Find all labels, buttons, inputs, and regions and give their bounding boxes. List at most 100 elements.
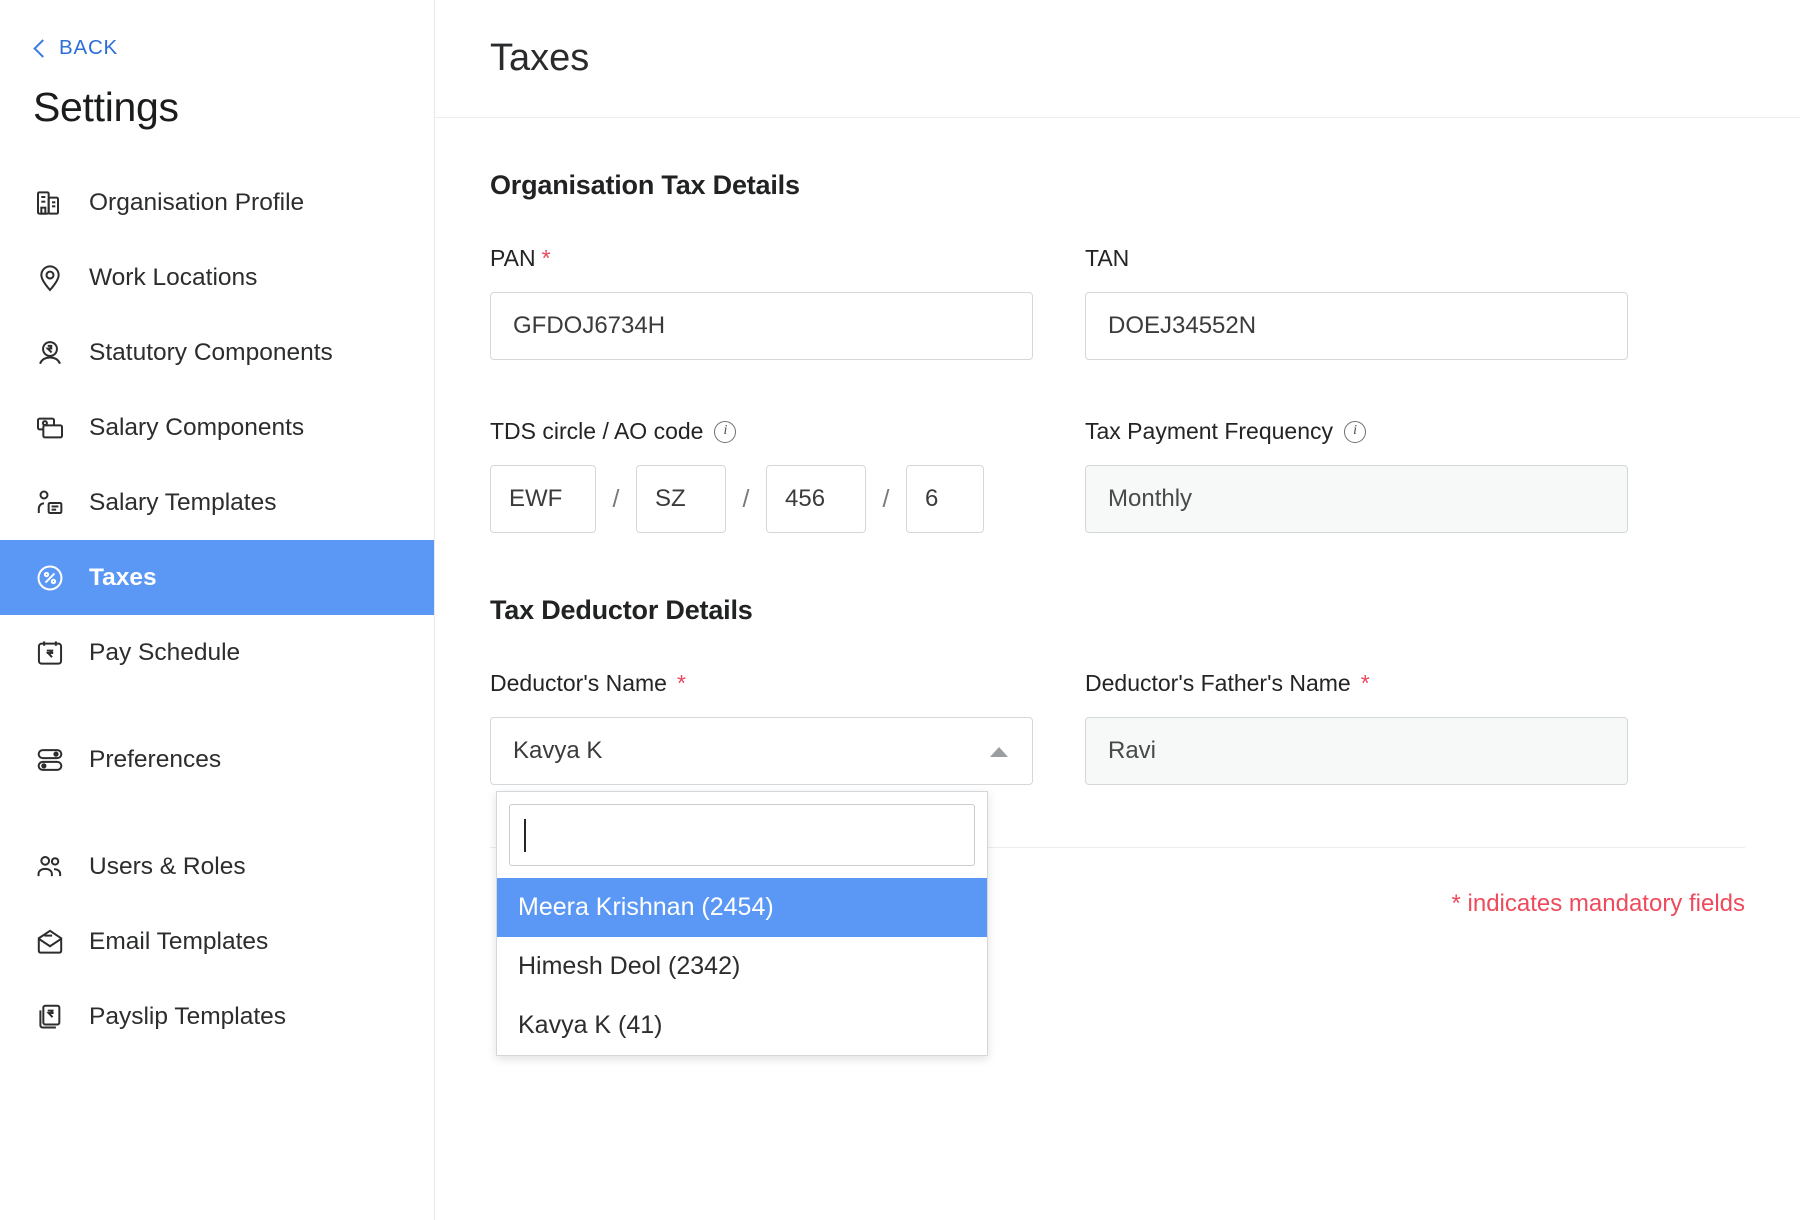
deductor-section-title: Tax Deductor Details — [490, 595, 1745, 626]
dropdown-option[interactable]: Himesh Deol (2342) — [497, 937, 987, 996]
sidebar-item-label: Email Templates — [89, 928, 268, 956]
sidebar-item-preferences[interactable]: Preferences — [0, 722, 434, 797]
deductor-father-label: Deductor's Father's Name * — [1085, 670, 1628, 697]
deductor-name-dropdown-panel: Meera Krishnan (2454) Himesh Deol (2342)… — [496, 791, 988, 1056]
sidebar-item-pay-schedule[interactable]: Pay Schedule — [0, 615, 434, 690]
sidebar-divider-gap — [0, 690, 434, 722]
sidebar-item-organisation-profile[interactable]: Organisation Profile — [0, 165, 434, 240]
info-icon[interactable]: i — [1344, 421, 1366, 443]
sidebar-item-label: Statutory Components — [89, 339, 333, 367]
deductor-name-label: Deductor's Name * — [490, 670, 1033, 697]
deductor-father-input — [1085, 717, 1628, 785]
tan-label-text: TAN — [1085, 245, 1129, 272]
cards-icon — [33, 411, 67, 445]
percent-circle-icon — [33, 561, 67, 595]
text-cursor-icon — [524, 819, 526, 852]
sidebar-item-label: Users & Roles — [89, 853, 246, 881]
back-button[interactable]: BACK — [0, 0, 118, 60]
sidebar-item-salary-templates[interactable]: Salary Templates — [0, 465, 434, 540]
sidebar-item-payslip-templates[interactable]: Payslip Templates — [0, 979, 434, 1054]
info-icon[interactable]: i — [714, 421, 736, 443]
dropdown-option-label: Meera Krishnan (2454) — [518, 893, 774, 922]
sidebar-item-work-locations[interactable]: Work Locations — [0, 240, 434, 315]
deductor-name-selected-value: Kavya K — [513, 737, 602, 765]
settings-page: BACK Settings Organisation Profile — [0, 0, 1800, 1220]
sidebar-item-label: Salary Templates — [89, 489, 276, 517]
tds-separator-2: / — [726, 485, 766, 514]
tax-frequency-label: Tax Payment Frequency i — [1085, 418, 1628, 445]
sidebar-item-label: Organisation Profile — [89, 189, 304, 217]
main-content: Taxes Organisation Tax Details PAN* TAN — [435, 0, 1800, 1220]
back-button-label: BACK — [59, 36, 118, 60]
pan-label: PAN* — [490, 245, 1033, 272]
sidebar-item-email-templates[interactable]: Email Templates — [0, 904, 434, 979]
building-icon — [33, 186, 67, 220]
required-asterisk: * — [677, 670, 686, 697]
sidebar-item-salary-components[interactable]: Salary Components — [0, 390, 434, 465]
deductor-name-dropdown: Kavya K Meera Krishnan (2454) — [490, 717, 1033, 785]
sidebar-item-statutory-components[interactable]: Statutory Components — [0, 315, 434, 390]
deductor-father-field-group: Deductor's Father's Name * — [1085, 670, 1628, 785]
tds-label: TDS circle / AO code i — [490, 418, 1033, 445]
pan-input[interactable] — [490, 292, 1033, 360]
tax-frequency-input — [1085, 465, 1628, 533]
settings-sidebar: BACK Settings Organisation Profile — [0, 0, 435, 1220]
sidebar-item-label: Salary Components — [89, 414, 304, 442]
tds-separator-1: / — [596, 485, 636, 514]
sidebar-item-label: Payslip Templates — [89, 1003, 286, 1031]
envelope-icon — [33, 925, 67, 959]
sidebar-item-label: Work Locations — [89, 264, 257, 292]
deductor-name-dropdown-control[interactable]: Kavya K — [490, 717, 1033, 785]
toggles-icon — [33, 743, 67, 777]
sidebar-divider-gap-2 — [0, 797, 434, 829]
deductor-name-field-group: Deductor's Name * Kavya K — [490, 670, 1033, 785]
deductor-name-label-text: Deductor's Name — [490, 670, 667, 697]
sidebar-nav: Organisation Profile Work Locations — [0, 165, 434, 1054]
sidebar-item-label: Taxes — [89, 564, 157, 592]
tds-part2-input[interactable] — [636, 465, 726, 533]
column-spacer-2 — [1033, 418, 1085, 533]
person-document-icon — [33, 486, 67, 520]
calendar-rupee-icon — [33, 636, 67, 670]
tan-input[interactable] — [1085, 292, 1628, 360]
required-asterisk: * — [1361, 670, 1370, 697]
tds-part3-input[interactable] — [766, 465, 866, 533]
users-icon — [33, 850, 67, 884]
tan-field-group: TAN — [1085, 245, 1628, 360]
rupee-user-icon — [33, 336, 67, 370]
sidebar-item-label: Preferences — [89, 746, 221, 774]
pan-field-group: PAN* — [490, 245, 1033, 360]
deductor-father-label-text: Deductor's Father's Name — [1085, 670, 1351, 697]
tax-frequency-label-text: Tax Payment Frequency — [1085, 418, 1333, 445]
tan-label: TAN — [1085, 245, 1628, 272]
org-tax-section-title: Organisation Tax Details — [490, 170, 1745, 201]
page-header: Taxes — [435, 0, 1800, 118]
tds-field-group: TDS circle / AO code i / / / — [490, 418, 1033, 533]
dropdown-option[interactable]: Meera Krishnan (2454) — [497, 878, 987, 937]
tds-inputs: / / / — [490, 465, 1033, 533]
sidebar-title: Settings — [0, 60, 434, 131]
chevron-up-icon — [990, 747, 1008, 757]
pan-label-text: PAN — [490, 245, 536, 272]
sidebar-item-taxes[interactable]: Taxes — [0, 540, 434, 615]
chevron-left-icon — [33, 39, 51, 57]
sidebar-item-users-roles[interactable]: Users & Roles — [0, 829, 434, 904]
column-spacer-3 — [1033, 670, 1085, 785]
tds-frequency-row: TDS circle / AO code i / / / — [490, 418, 1745, 533]
pan-tan-row: PAN* TAN — [490, 245, 1745, 360]
tds-part4-input[interactable] — [906, 465, 984, 533]
column-spacer — [1033, 245, 1085, 360]
map-pin-icon — [33, 261, 67, 295]
deductor-row: Deductor's Name * Kavya K — [490, 670, 1745, 785]
tds-separator-3: / — [866, 485, 906, 514]
page-title: Taxes — [490, 37, 589, 80]
dropdown-option[interactable]: Kavya K (41) — [497, 996, 987, 1055]
payslip-icon — [33, 1000, 67, 1034]
required-asterisk: * — [542, 245, 551, 272]
dropdown-search-field[interactable] — [509, 804, 975, 866]
dropdown-option-label: Himesh Deol (2342) — [518, 952, 740, 981]
tds-part1-input[interactable] — [490, 465, 596, 533]
sidebar-item-label: Pay Schedule — [89, 639, 240, 667]
dropdown-option-label: Kavya K (41) — [518, 1011, 663, 1040]
tax-frequency-field-group: Tax Payment Frequency i — [1085, 418, 1628, 533]
